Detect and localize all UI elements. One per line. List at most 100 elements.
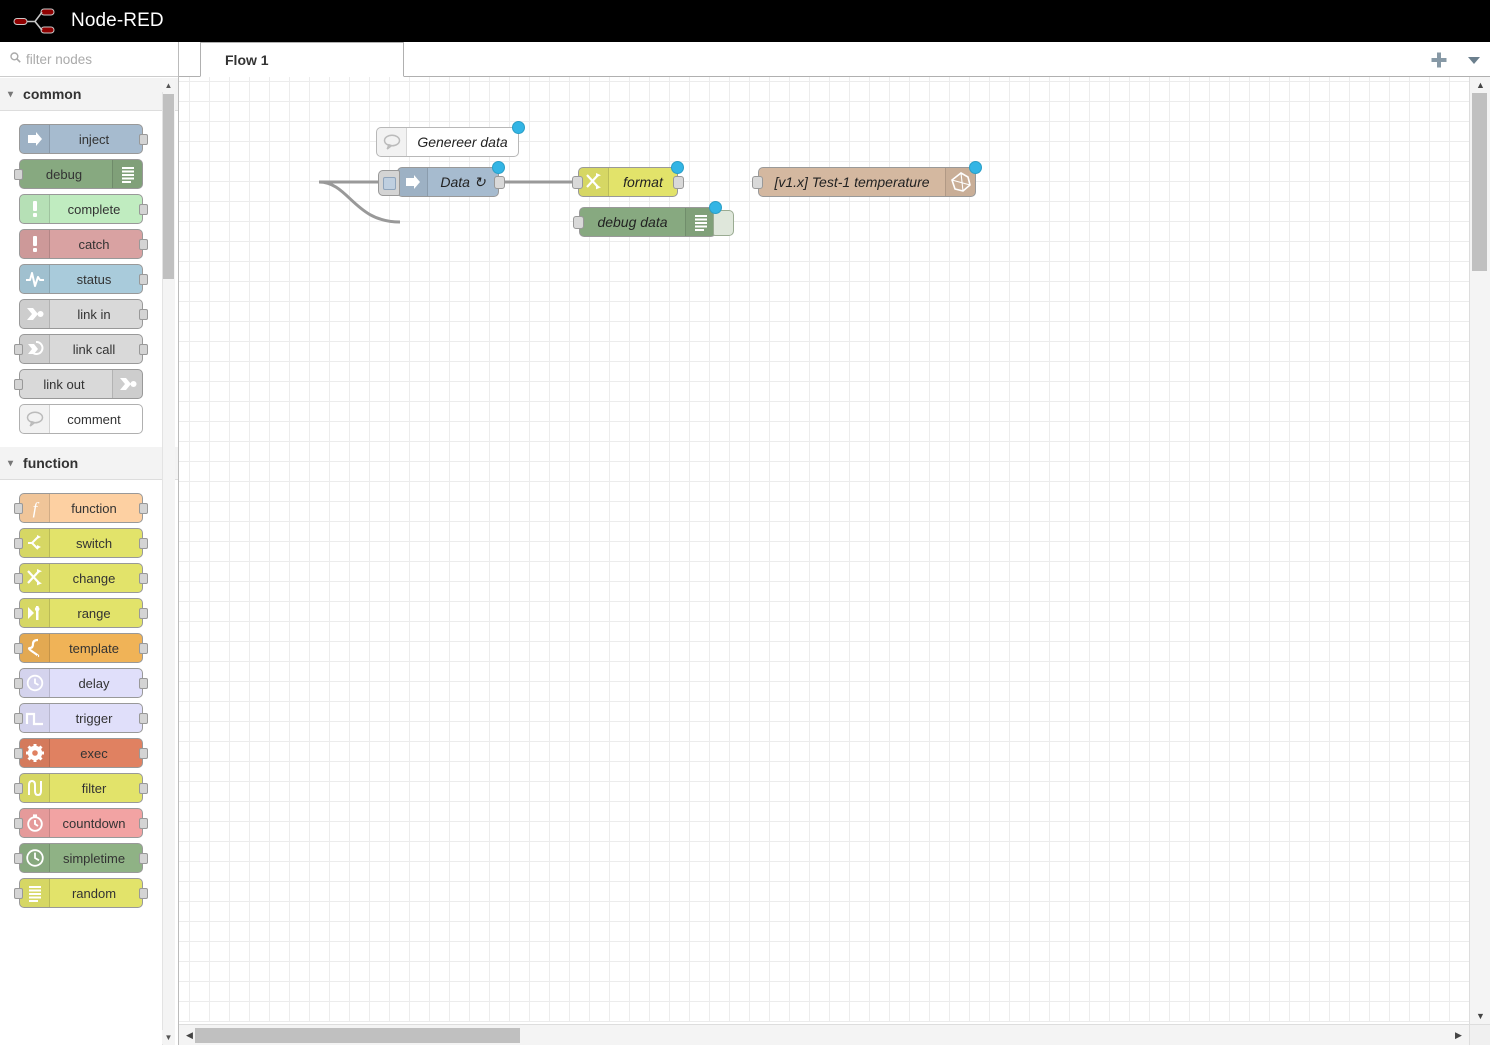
canvas-scroll-up-arrow[interactable]: ▲ [1470,77,1490,93]
palette-node-random[interactable]: random [14,878,148,908]
pulse-step-icon [20,704,50,732]
palette-node-label: function [71,500,117,516]
palette-category-function[interactable]: ▾ function [0,447,178,480]
palette-node-label: simpletime [62,850,126,866]
flow-node-inject-node[interactable]: Data ↻ [378,161,505,197]
palette-scrollbar-thumb[interactable] [163,94,174,279]
palette-node-port-in [14,643,23,654]
palette-scroll-up-arrow[interactable]: ▲ [162,78,175,92]
palette-node-exec[interactable]: exec [14,738,148,768]
tab-flow-1[interactable]: Flow 1 [200,42,404,77]
palette-node-label: countdown [62,815,126,831]
canvas-hscrollbar-thumb[interactable] [195,1028,520,1043]
palette-node-filter[interactable]: filter [14,773,148,803]
tab-tools [1430,42,1482,77]
palette-node-port-out [139,748,148,759]
add-flow-button[interactable] [1430,51,1448,69]
palette-scroll-down-arrow[interactable]: ▼ [162,1030,175,1044]
palette-node-link-call[interactable]: link call [14,334,148,364]
palette-node-label: trigger [75,710,113,726]
node-input-port[interactable] [572,176,583,189]
palette-node-port-in [14,573,23,584]
flow-node-debug-node[interactable]: debug data [573,201,734,237]
node-input-port[interactable] [573,216,584,229]
clock-face-icon [20,844,50,872]
palette-node-link-in[interactable]: link in [19,299,148,329]
palette-node-comment[interactable]: comment [19,404,143,434]
app-header: Node-RED [0,0,1490,42]
palette-node-port-in [14,344,23,355]
palette-node-trigger[interactable]: trigger [14,703,148,733]
palette-scroll-region[interactable]: ▾ common inject debug complete catch status lin… [0,78,178,1045]
flow-canvas[interactable]: Genereer data Data ↻ format debug data [v1.x… [179,77,1490,1045]
inject-trigger-button[interactable] [378,170,400,196]
palette-node-port-out [139,678,148,689]
palette-node-function[interactable]: f function [14,493,148,523]
palette-node-port-out [139,309,148,320]
comment-icon [20,405,50,433]
scrollbar-corner [1469,1024,1490,1045]
canvas-vscrollbar-thumb[interactable] [1472,93,1487,271]
palette-node-label: inject [78,131,110,147]
gear-icon [20,739,50,767]
palette-node-countdown[interactable]: countdown [14,808,148,838]
flow-node-influxdb-node[interactable]: [v1.x] Test-1 temperature [752,161,982,197]
node-input-port[interactable] [752,176,763,189]
palette-node-port-out [139,134,148,145]
palette-node-port-out [139,818,148,829]
node-output-port[interactable] [494,176,505,189]
flow-node-label: [v1.x] Test-1 temperature [774,174,930,190]
palette-node-port-out [139,888,148,899]
palette-node-label: random [71,885,117,901]
palette-node-catch[interactable]: catch [19,229,148,259]
palette-node-switch[interactable]: switch [14,528,148,558]
palette-node-port-out [139,853,148,864]
clock-icon [20,669,50,697]
link-call-icon [20,335,50,363]
link-icon [112,370,142,398]
link-icon [20,300,50,328]
palette-node-simpletime[interactable]: simpletime [14,843,148,873]
palette-category-common[interactable]: ▾ common [0,78,178,111]
flow-node-label: Genereer data [417,134,508,150]
chevron-down-icon: ▾ [8,88,14,100]
flow-menu-button[interactable] [1466,54,1482,66]
palette-node-template[interactable]: template [14,633,148,663]
palette-node-label: switch [75,535,113,551]
palette-category-label: common [23,86,82,102]
palette-node-port-out [139,538,148,549]
palette-node-complete[interactable]: complete [19,194,148,224]
flow-node-change-node[interactable]: format [572,161,684,197]
inject-arrow-icon [398,168,428,196]
palette-node-port-out [139,643,148,654]
palette-node-port-in [14,538,23,549]
workspace: Flow 1 Genereer data Data ↻ format debug da… [179,42,1490,1045]
canvas-hscrollbar[interactable]: ◀ ▶ [179,1024,1469,1045]
lines-icon [20,879,50,907]
palette-node-range[interactable]: range [14,598,148,628]
range-icon [20,599,50,627]
palette-node-label: link out [43,376,85,392]
palette-search-row[interactable] [0,42,178,77]
unsaved-change-badge [671,161,684,174]
search-input[interactable] [26,51,156,67]
palette-node-port-out [139,274,148,285]
stopwatch-icon [20,809,50,837]
palette-node-delay[interactable]: delay [14,668,148,698]
flow-node-comment-node[interactable]: Genereer data [376,121,525,157]
node-output-port[interactable] [673,176,684,189]
palette-node-port-out [139,573,148,584]
palette-node-port-in [14,169,23,180]
canvas-scroll-down-arrow[interactable]: ▼ [1470,1008,1490,1024]
canvas-vscrollbar[interactable]: ▲ ▼ [1469,77,1490,1024]
palette-node-link-out[interactable]: link out [14,369,143,399]
palette-node-debug[interactable]: debug [14,159,143,189]
palette-node-port-in [14,853,23,864]
palette-node-change[interactable]: change [14,563,148,593]
canvas-scroll-right-arrow[interactable]: ▶ [1448,1027,1469,1043]
palette-node-port-out [139,783,148,794]
palette-node-status[interactable]: status [19,264,148,294]
debug-lines-icon [112,160,142,188]
palette-node-label: delay [78,675,110,691]
palette-node-inject[interactable]: inject [19,124,148,154]
